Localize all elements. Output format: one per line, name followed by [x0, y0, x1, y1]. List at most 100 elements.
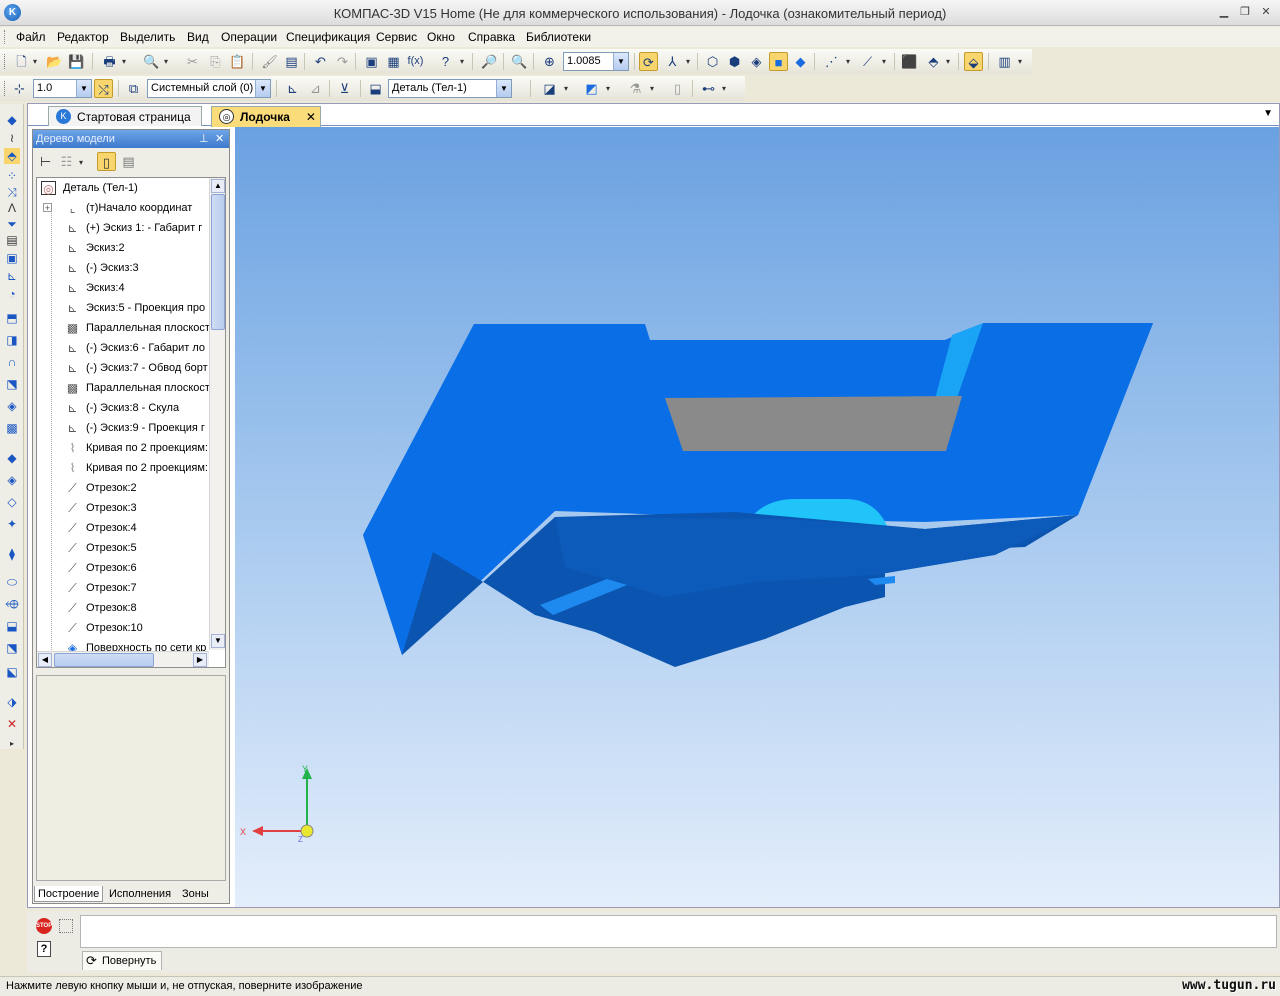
sketch-mode-icon[interactable]: ⊾ — [283, 79, 302, 98]
tab-zones[interactable]: Зоны — [179, 886, 212, 902]
chamfer-icon[interactable]: ⬲ — [4, 596, 20, 612]
bend-icon[interactable]: ▯ — [668, 79, 687, 98]
hidden-lines-icon[interactable]: ⬢ — [725, 52, 744, 71]
parametric-mode-icon[interactable]: ⊻ — [335, 79, 354, 98]
measure-tool-icon[interactable]: Λ — [4, 200, 20, 216]
tab-build[interactable]: Построение — [34, 886, 104, 902]
restore-button[interactable]: ❐ — [1237, 5, 1253, 20]
orientation-dropdown[interactable]: ▾ — [686, 57, 692, 66]
patch-icon[interactable]: ⬔ — [4, 640, 20, 656]
tree-props-icon[interactable]: ▤ — [119, 152, 138, 171]
zoom-in-icon[interactable]: ⊕ — [540, 52, 559, 71]
new-file-icon[interactable]: 🗋 — [12, 52, 31, 71]
rotate-icon[interactable]: ⟳ — [639, 52, 658, 71]
menu-grip[interactable] — [4, 30, 7, 44]
rotate-tab[interactable]: ⟳ Повернуть — [82, 951, 162, 970]
close-icon[interactable]: ✕ — [306, 107, 316, 127]
shaded-icon[interactable]: ■ — [769, 52, 788, 71]
print-dropdown[interactable]: ▾ — [122, 57, 128, 66]
command-field[interactable] — [80, 915, 1277, 948]
extend-surface-icon[interactable]: ✦ — [4, 516, 20, 532]
scroll-right-icon[interactable]: ▶ — [193, 653, 207, 667]
tree-list-dropdown[interactable]: ▾ — [79, 158, 85, 167]
shaded-edges-icon[interactable]: ◆ — [791, 52, 810, 71]
cut-icon[interactable]: ✂ — [183, 52, 202, 71]
panel-expand-icon[interactable]: ▸ — [4, 736, 20, 752]
preview-icon[interactable]: 🔍 — [142, 52, 161, 71]
spline-icon[interactable]: ≀ — [4, 130, 20, 146]
chevron-down-icon[interactable]: ▼ — [255, 80, 270, 97]
section-icon[interactable]: ⋰ — [822, 52, 841, 71]
sweep-icon[interactable]: ∩ — [4, 354, 20, 370]
dims-tool-icon[interactable]: ⊾ — [4, 268, 20, 284]
scroll-thumb[interactable] — [54, 653, 154, 667]
filter-dropdown[interactable]: ▾ — [946, 57, 952, 66]
paste-icon[interactable]: 📋 — [228, 52, 247, 71]
zoom-window-icon[interactable]: 🔎 — [480, 52, 499, 71]
aux-geometry-icon[interactable]: ⤨ — [4, 184, 20, 200]
hatch-dropdown[interactable]: ▾ — [650, 84, 656, 93]
save-icon[interactable]: 💾 — [67, 52, 86, 71]
object-combo[interactable]: Деталь (Тел-1) ▼ — [388, 79, 512, 98]
menu-operations[interactable]: Операции — [221, 30, 277, 44]
tree-list-icon[interactable]: ☷ — [57, 152, 76, 171]
menu-editor[interactable]: Редактор — [57, 30, 109, 44]
toolbar-grip[interactable] — [4, 81, 7, 96]
variables-fx-icon[interactable]: f(x) — [406, 52, 425, 71]
stop-icon[interactable]: STOP — [36, 918, 52, 934]
dimension-dropdown[interactable]: ▾ — [722, 84, 728, 93]
preview-dropdown[interactable]: ▾ — [164, 57, 170, 66]
context-help-icon[interactable]: ? — [436, 52, 455, 71]
grid-icon[interactable] — [59, 919, 73, 933]
format-painter-icon[interactable]: 🖌 — [260, 52, 279, 71]
redo-icon[interactable]: ↷ — [333, 52, 352, 71]
tree-item[interactable]: ⊾ Эскиз:4 — [37, 278, 209, 298]
tree-horizontal-scrollbar[interactable]: ◀ ▶ — [37, 651, 209, 667]
perspective-icon[interactable]: ⟋ — [858, 52, 877, 71]
tree-item[interactable]: ⟋ Отрезок:3 — [37, 498, 209, 518]
delete-body-icon[interactable]: ✕ — [4, 716, 20, 732]
tree-item[interactable]: ⊾ (-) Эскиз:8 - Скула — [37, 398, 209, 418]
chevron-down-icon[interactable]: ▼ — [613, 53, 628, 70]
close-window-button[interactable]: ✕ — [1258, 5, 1274, 20]
plane-tool-icon[interactable]: ◆ — [4, 450, 20, 466]
filter-tool-icon[interactable]: ⏷ — [4, 216, 20, 232]
print-icon[interactable]: 🖶 — [100, 52, 119, 71]
tree-item[interactable]: ⟋ Отрезок:2 — [37, 478, 209, 498]
spec-icon[interactable]: ▤ — [4, 232, 20, 248]
menu-specification[interactable]: Спецификация — [286, 30, 370, 44]
tree-item[interactable]: ⟋ Отрезок:10 — [37, 618, 209, 638]
snap-icon[interactable]: ⬙ — [964, 52, 983, 71]
scroll-down-icon[interactable]: ▼ — [211, 634, 225, 648]
undo-icon[interactable]: ↶ — [311, 52, 330, 71]
toolbar-grip[interactable] — [4, 54, 7, 69]
sewn-surface-icon[interactable]: ◇ — [4, 494, 20, 510]
help-dropdown[interactable]: ▾ — [460, 57, 466, 66]
layers-icon[interactable]: ⧉ — [124, 79, 143, 98]
scroll-left-icon[interactable]: ◀ — [38, 653, 52, 667]
edit-part-icon[interactable]: ◆ — [4, 112, 20, 128]
tree-item[interactable]: ⊾ (-) Эскиз:3 — [37, 258, 209, 278]
array-icon[interactable]: ⁘ — [4, 168, 20, 184]
tree-item[interactable]: ⟋ Отрезок:6 — [37, 558, 209, 578]
snap-grid-icon[interactable]: ⤭ — [94, 79, 113, 98]
thicken-icon[interactable]: ⧫ — [4, 546, 20, 562]
thin-lines-icon[interactable]: ◈ — [747, 52, 766, 71]
fillet-icon[interactable]: ⬭ — [4, 574, 20, 590]
copy-icon[interactable]: ⎘ — [206, 52, 225, 71]
menu-window[interactable]: Окно — [427, 30, 455, 44]
expand-icon[interactable]: + — [43, 203, 52, 213]
tree-item[interactable]: ▩ Параллельная плоскост — [37, 318, 209, 338]
zoom-combo[interactable]: 1.0085 ▼ — [563, 52, 629, 71]
chevron-down-icon[interactable]: ▼ — [496, 80, 511, 97]
tree-item[interactable]: ⊾ (-) Эскиз:6 - Габарит ло — [37, 338, 209, 358]
surface-patch-icon[interactable]: ◈ — [4, 398, 20, 414]
menu-help[interactable]: Справка — [468, 30, 515, 44]
library-icon[interactable]: ▦ — [384, 52, 403, 71]
open-folder-icon[interactable]: 📂 — [45, 52, 64, 71]
tab-start-page[interactable]: K Стартовая страница — [48, 106, 202, 126]
tree-vertical-scrollbar[interactable]: ▲ ▼ — [209, 178, 225, 650]
extrude-icon[interactable]: ⬒ — [4, 310, 20, 326]
object-icon[interactable]: ⬓ — [366, 79, 385, 98]
scroll-thumb[interactable] — [211, 194, 225, 330]
